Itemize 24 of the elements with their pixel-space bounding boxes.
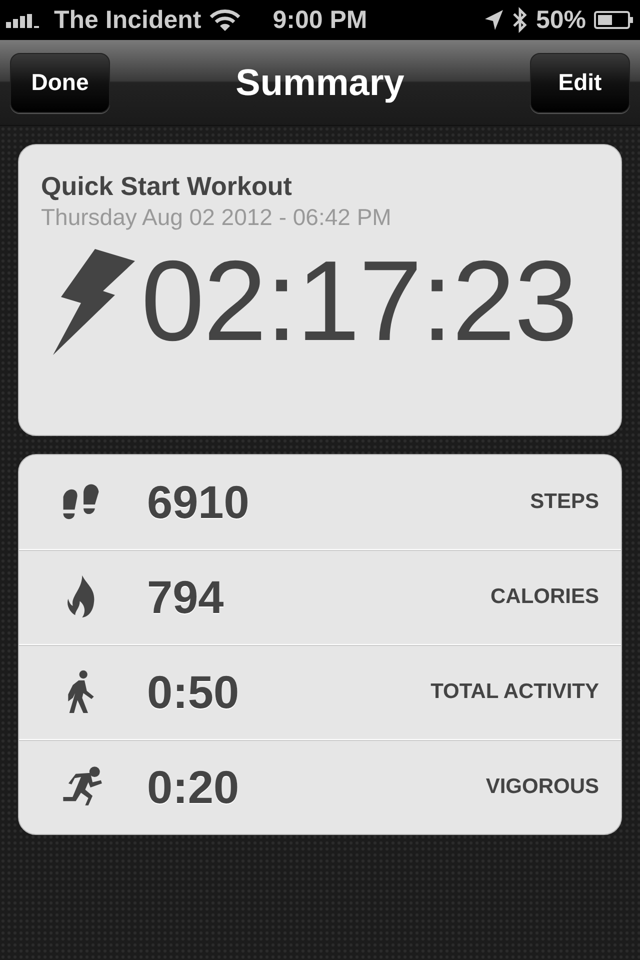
stat-label: TOTAL ACTIVITY <box>430 680 599 704</box>
battery-icon <box>594 10 634 30</box>
workout-title: Quick Start Workout <box>41 171 293 202</box>
lightning-bolt-icon <box>53 249 135 355</box>
walking-person-icon <box>67 669 95 715</box>
screen-title: Summary <box>236 62 404 104</box>
location-arrow-icon <box>484 9 504 31</box>
stat-label: STEPS <box>530 490 599 514</box>
edit-button[interactable]: Edit <box>530 52 630 112</box>
battery-percent: 50% <box>536 6 586 34</box>
status-time: 9:00 PM <box>272 6 368 34</box>
stat-value: 0:20 <box>147 760 240 814</box>
stat-label: VIGOROUS <box>486 775 599 799</box>
flame-icon <box>67 575 95 619</box>
stat-value: 0:50 <box>147 665 240 719</box>
wifi-icon <box>209 8 242 32</box>
done-button[interactable]: Done <box>10 52 110 112</box>
workout-duration: 02:17:23 <box>141 245 577 359</box>
workout-date: Thursday Aug 02 2012 - 06:42 PM <box>41 204 392 231</box>
carrier-name: The Incident <box>54 6 202 34</box>
stat-value: 6910 <box>147 475 250 529</box>
stat-value: 794 <box>147 570 225 624</box>
bluetooth-icon <box>512 6 528 34</box>
stat-label: CALORIES <box>490 585 599 609</box>
